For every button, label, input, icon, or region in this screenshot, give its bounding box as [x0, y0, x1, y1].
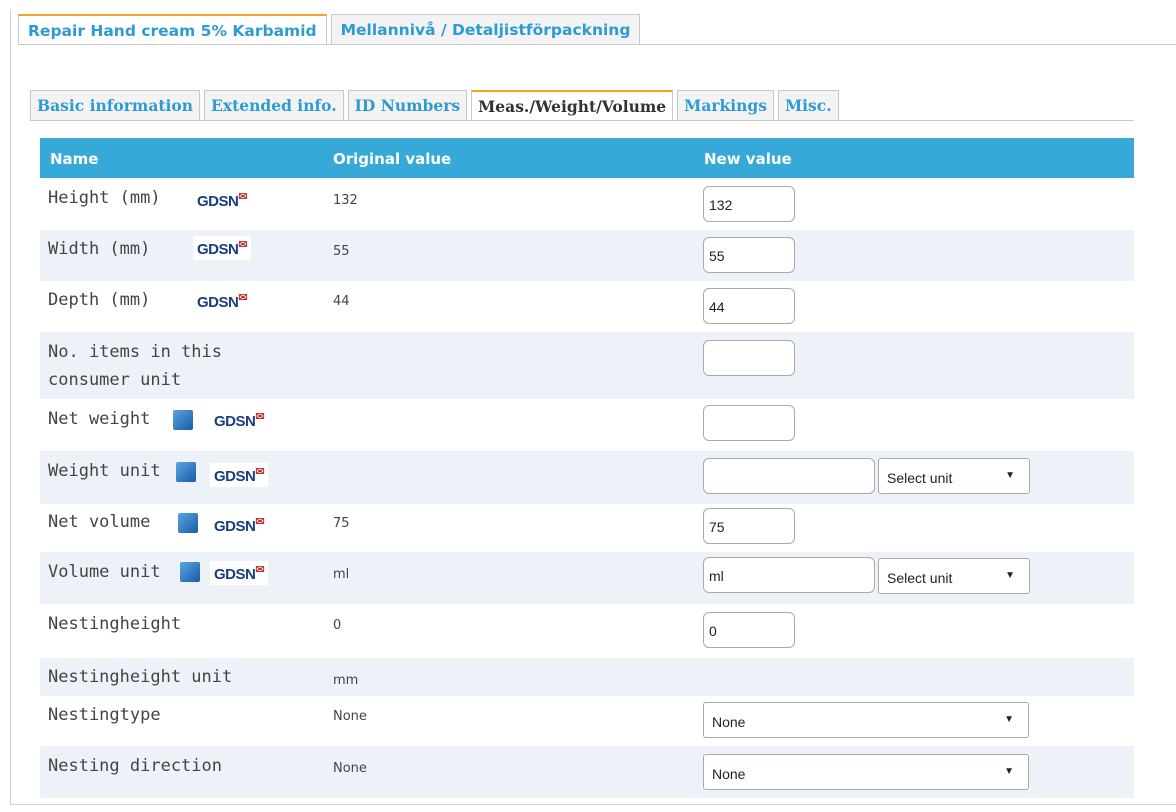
tab-markings[interactable]: Markings — [677, 90, 774, 120]
row-label: Net weight — [48, 409, 151, 429]
nestingtype-select[interactable]: None ▼ — [703, 702, 1029, 738]
new-value-input[interactable]: 55 — [703, 237, 795, 273]
table-row-nestingtype: Nestingtype None None ▼ — [40, 696, 1134, 746]
table-row-weight-unit: Weight unit GDSN✉ Select unit ▼ — [40, 451, 1134, 504]
gdsn-badge-icon: GDSN✉ — [193, 289, 252, 313]
row-label: Weight unit — [48, 461, 161, 481]
header-name: Name — [50, 150, 99, 168]
tab-meas-weight-volume[interactable]: Meas./Weight/Volume — [471, 90, 674, 121]
tab-id-numbers[interactable]: ID Numbers — [347, 90, 468, 120]
row-label: Nestingheight — [48, 614, 182, 634]
new-value-input[interactable] — [703, 405, 795, 441]
row-label: Height (mm) — [48, 188, 161, 208]
tab-product[interactable]: Repair Hand cream 5% Karbamid — [18, 14, 327, 45]
row-label: Nestingtype — [48, 705, 161, 725]
sub-tab-bar: Basic information Extended info. ID Numb… — [30, 90, 839, 121]
original-value: 132 — [333, 193, 358, 208]
gdsn-badge-icon: GDSN✉ — [193, 236, 252, 260]
table-row-volume-unit: Volume unit GDSN✉ ml ml Select unit ▼ — [40, 552, 1134, 604]
select-label: None — [712, 766, 746, 782]
triangle-down-icon: ▼ — [1005, 570, 1015, 581]
original-value: 75 — [333, 516, 350, 531]
select-label: Select unit — [887, 570, 953, 586]
triangle-down-icon: ▼ — [1005, 470, 1015, 481]
table-row-net-weight: Net weight GDSN✉ — [40, 399, 1134, 451]
gdsn-badge-icon: GDSN✉ — [210, 408, 269, 432]
header-original-value: Original value — [333, 150, 452, 168]
sub-tab-divider — [30, 120, 1134, 121]
table-row-depth: Depth (mm) GDSN✉ 44 44 — [40, 281, 1134, 332]
row-label: Net volume — [48, 512, 151, 532]
new-value-input[interactable] — [703, 458, 875, 494]
header-new-value: New value — [704, 150, 792, 168]
tab-basic-information[interactable]: Basic information — [30, 90, 201, 120]
table-row-width: Width (mm) GDSN✉ 55 55 — [40, 230, 1134, 281]
table-row-nestingheight-unit: Nestingheight unit mm — [40, 658, 1134, 696]
table-row-nesting-direction: Nesting direction None None ▼ — [40, 746, 1134, 798]
original-value: mm — [333, 673, 359, 688]
table-row-height: Height (mm) GDSN✉ 132 132 — [40, 178, 1134, 230]
tab-packaging-level[interactable]: Mellannivå / Detaljistförpackning — [330, 14, 641, 44]
globe-flag-icon — [180, 562, 200, 582]
unit-select[interactable]: Select unit ▼ — [878, 558, 1030, 594]
gdsn-badge-icon: GDSN✉ — [193, 188, 252, 212]
gdsn-badge-icon: GDSN✉ — [210, 513, 269, 537]
row-label: consumer unit — [48, 370, 182, 390]
original-value: None — [333, 709, 367, 724]
gdsn-badge-icon: GDSN✉ — [210, 561, 269, 585]
original-value: 55 — [333, 244, 350, 259]
new-value-input[interactable]: 132 — [703, 186, 795, 222]
new-value-input[interactable] — [703, 340, 795, 376]
table-row-nestingheight: Nestingheight 0 0 — [40, 604, 1134, 658]
top-tab-bar: Repair Hand cream 5% Karbamid Mellannivå… — [18, 14, 641, 45]
row-label: Nesting direction — [48, 756, 222, 776]
row-label: Depth (mm) — [48, 290, 151, 310]
row-label: No. items in this — [48, 342, 222, 362]
triangle-down-icon: ▼ — [1004, 714, 1014, 725]
globe-flag-icon — [176, 462, 196, 482]
table-header: Name Original value New value — [40, 138, 1134, 178]
row-label: Nestingheight unit — [48, 667, 233, 687]
original-value: ml — [333, 567, 350, 582]
original-value: 44 — [333, 294, 350, 309]
table-row-net-volume: Net volume GDSN✉ 75 75 — [40, 504, 1134, 552]
table-row-items-in-unit: No. items in this consumer unit — [40, 332, 1134, 399]
gdsn-badge-icon: GDSN✉ — [210, 463, 269, 487]
new-value-input[interactable]: 75 — [703, 508, 795, 544]
select-label: Select unit — [887, 470, 953, 486]
select-label: None — [712, 714, 746, 730]
tab-misc[interactable]: Misc. — [778, 90, 839, 120]
unit-select[interactable]: Select unit ▼ — [878, 458, 1030, 494]
triangle-down-icon: ▼ — [1004, 766, 1014, 777]
globe-flag-icon — [178, 513, 198, 533]
measurements-table: Name Original value New value Height (mm… — [40, 138, 1134, 798]
globe-flag-icon — [173, 410, 193, 430]
nesting-direction-select[interactable]: None ▼ — [703, 754, 1029, 790]
original-value: None — [333, 761, 367, 776]
original-value: 0 — [333, 618, 342, 633]
new-value-input[interactable]: ml — [703, 557, 875, 593]
row-label: Width (mm) — [48, 239, 151, 259]
top-tab-divider — [18, 44, 1176, 45]
new-value-input[interactable]: 0 — [703, 612, 795, 648]
new-value-input[interactable]: 44 — [703, 288, 795, 324]
tab-extended-info[interactable]: Extended info. — [204, 90, 344, 120]
row-label: Volume unit — [48, 562, 161, 582]
